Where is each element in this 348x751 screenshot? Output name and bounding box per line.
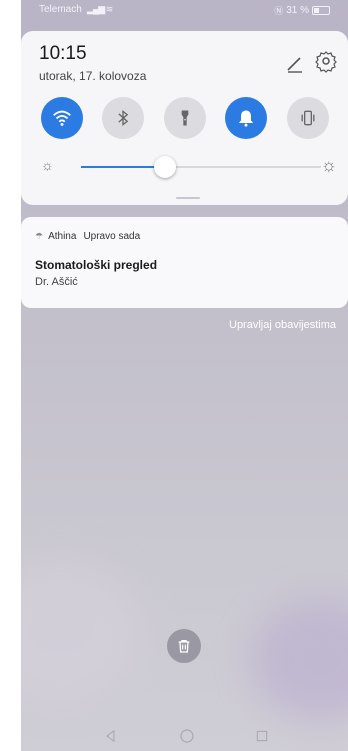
notification-title: Stomatološki pregled <box>35 258 158 272</box>
battery-percent: 31 % <box>286 5 309 16</box>
bluetooth-icon <box>118 109 129 127</box>
wifi-icon <box>53 110 71 126</box>
recents-square-icon <box>256 730 268 742</box>
notification-time: Upravo sada <box>83 231 141 242</box>
signal-icon: ▂▄▆ ≋ <box>87 4 113 14</box>
nav-recents-button[interactable] <box>252 726 272 746</box>
navigation-bar <box>21 722 348 751</box>
vibration-icon <box>301 110 315 126</box>
nfc-icon: Ⓝ <box>274 6 284 16</box>
trash-icon <box>178 640 190 653</box>
bell-icon <box>239 110 253 127</box>
back-triangle-icon <box>106 729 115 743</box>
wallpaper-glow <box>21 560 141 700</box>
carrier-label: Telemach <box>39 4 82 15</box>
clock-date: utorak, 17. kolovoza <box>39 69 147 83</box>
battery-icon <box>312 6 330 15</box>
brightness-low-icon: ☼ <box>41 157 54 173</box>
brightness-fill <box>81 166 165 168</box>
brightness-slider[interactable] <box>81 156 321 178</box>
home-circle-icon <box>180 729 194 743</box>
flashlight-toggle[interactable] <box>164 97 206 139</box>
brightness-thumb[interactable] <box>154 156 176 178</box>
edit-pencil-icon[interactable] <box>283 51 307 75</box>
flashlight-icon <box>181 110 189 126</box>
status-bar: Telemach ▂▄▆ ≋ Ⓝ 31 % <box>21 0 348 20</box>
notification-app-name: Athina <box>48 231 77 242</box>
vibration-toggle[interactable] <box>287 97 329 139</box>
settings-gear-icon[interactable] <box>314 49 338 73</box>
status-right: Ⓝ 31 % <box>274 4 330 17</box>
bluetooth-toggle[interactable] <box>102 97 144 139</box>
notification-card[interactable]: ☂ Athina Upravo sada Stomatološki pregle… <box>21 217 348 308</box>
brightness-control: ☼ ☼ <box>41 155 341 179</box>
notification-shade: Telemach ▂▄▆ ≋ Ⓝ 31 % 10:15 utorak, 17. … <box>21 0 348 751</box>
nav-home-button[interactable] <box>177 726 197 746</box>
brightness-high-icon: ☼ <box>320 155 338 175</box>
clock-time: 10:15 <box>39 43 87 64</box>
app-antenna-icon: ☂ <box>35 231 44 241</box>
nav-back-button[interactable] <box>101 726 121 746</box>
quick-toggle-row <box>41 97 341 141</box>
sound-toggle[interactable] <box>225 97 267 139</box>
manage-notifications-link[interactable]: Upravljaj obavijestima <box>229 319 336 331</box>
wifi-toggle[interactable] <box>41 97 83 139</box>
panel-drag-handle[interactable] <box>176 197 200 199</box>
notification-text: Dr. Aščić <box>35 276 78 288</box>
notification-header: ☂ Athina Upravo sada <box>35 231 140 242</box>
quick-settings-panel: 10:15 utorak, 17. kolovoza ☼ ☼ <box>21 31 348 205</box>
clear-all-button[interactable] <box>167 629 201 663</box>
wallpaper-glow <box>251 600 348 720</box>
